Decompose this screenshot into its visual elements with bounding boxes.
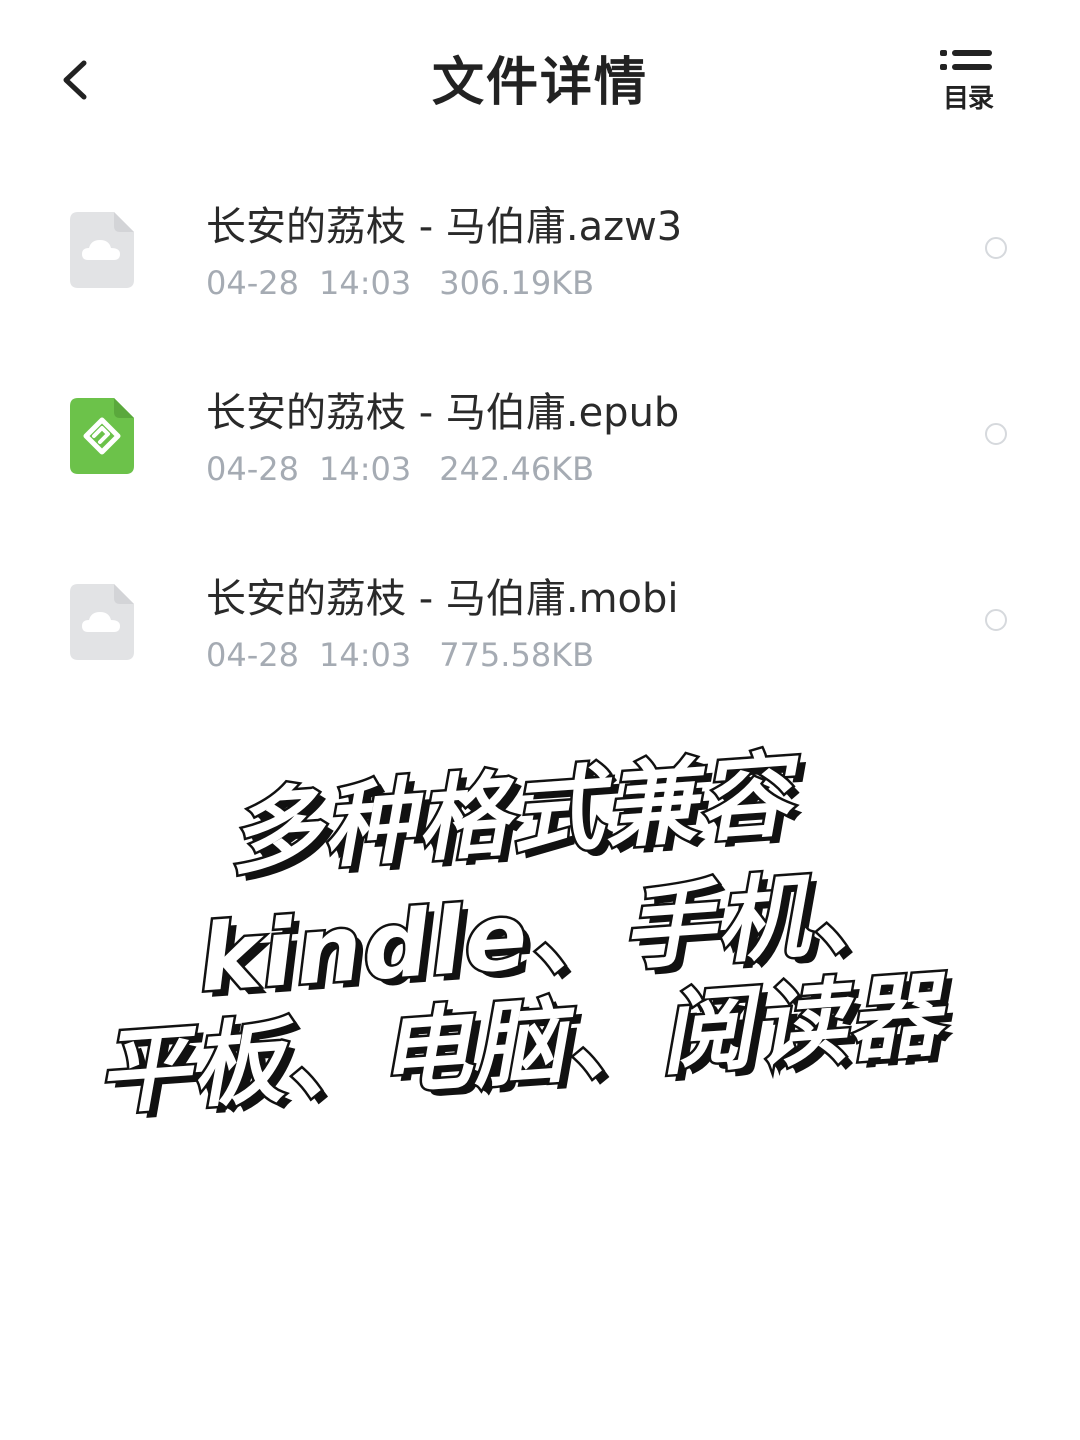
file-size: 306.19KB bbox=[439, 264, 595, 302]
cloud-file-icon bbox=[70, 212, 134, 288]
chevron-left-icon bbox=[63, 60, 87, 100]
cloud-file-icon bbox=[70, 584, 134, 660]
select-radio[interactable] bbox=[985, 609, 1007, 631]
file-size: 775.58KB bbox=[439, 636, 595, 674]
file-item-azw3[interactable]: 长安的荔枝 - 马伯庸.azw3 04-28 14:03 306.19KB bbox=[0, 160, 1080, 346]
file-meta: 04-28 14:03 306.19KB bbox=[206, 264, 594, 302]
caption-line-1: 多种格式兼容 bbox=[223, 739, 798, 890]
file-meta: 04-28 14:03 775.58KB bbox=[206, 636, 594, 674]
file-date: 04-28 bbox=[206, 636, 299, 674]
back-button[interactable] bbox=[40, 40, 110, 120]
file-item-epub[interactable]: 长安的荔枝 - 马伯庸.epub 04-28 14:03 242.46KB bbox=[0, 346, 1080, 532]
file-time: 14:03 bbox=[318, 264, 412, 302]
toc-button[interactable]: 目录 bbox=[926, 40, 1012, 120]
caption-line-2: kindle、手机、 bbox=[193, 854, 910, 1015]
caption-line-3: 平板、电脑、阅读器 bbox=[91, 959, 947, 1130]
file-date: 04-28 bbox=[206, 450, 299, 488]
file-list: 长安的荔枝 - 马伯庸.azw3 04-28 14:03 306.19KB 长安… bbox=[0, 160, 1080, 718]
file-date: 04-28 bbox=[206, 264, 299, 302]
file-item-mobi[interactable]: 长安的荔枝 - 马伯庸.mobi 04-28 14:03 775.58KB bbox=[0, 532, 1080, 718]
header-bar: 文件详情 目录 bbox=[0, 0, 1080, 150]
epub-file-icon bbox=[70, 398, 134, 474]
file-time: 14:03 bbox=[318, 450, 412, 488]
file-name: 长安的荔枝 - 马伯庸.epub bbox=[206, 390, 680, 436]
select-radio[interactable] bbox=[985, 423, 1007, 445]
file-name: 长安的荔枝 - 马伯庸.azw3 bbox=[206, 204, 683, 250]
select-radio[interactable] bbox=[985, 237, 1007, 259]
file-name: 长安的荔枝 - 马伯庸.mobi bbox=[206, 576, 679, 622]
file-size: 242.46KB bbox=[439, 450, 595, 488]
file-meta: 04-28 14:03 242.46KB bbox=[206, 450, 594, 488]
page-title: 文件详情 bbox=[431, 53, 648, 113]
file-time: 14:03 bbox=[318, 636, 412, 674]
list-icon bbox=[940, 50, 992, 70]
toc-label: 目录 bbox=[942, 84, 994, 114]
